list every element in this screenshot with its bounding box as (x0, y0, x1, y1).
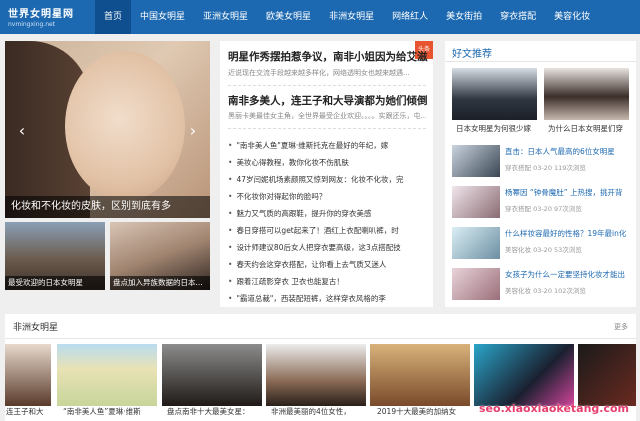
recommended-label[interactable]: 为什么日本女明星们穿 (548, 123, 638, 134)
section-title: 非洲女明星 (13, 323, 59, 333)
news-panel: 头条 明星作秀摆拍惹争议，南非小姐因为给艾滋儿 近说现在交流手段越来越多样化，网… (220, 41, 433, 307)
divider (5, 338, 636, 339)
headline-summary: 近说现在交流手段越来越多样化，网络透明女也越来越遇... (228, 69, 410, 77)
nav-item-western[interactable]: 欧美女明星 (257, 0, 320, 34)
gallery-image[interactable] (370, 344, 470, 406)
recommended-panel: 好文推荐 日本女明星为何很少嫁 为什么日本女明星们穿 直击：日本人气最高的6位女… (445, 41, 636, 307)
divider (445, 61, 636, 62)
row-thumbnail (452, 268, 500, 300)
nav-item-beauty[interactable]: 美容化妆 (545, 0, 599, 34)
news-list-item[interactable]: "霸道总裁"，西装配短裤，这样穿衣风格的李 (228, 290, 428, 307)
nav-item-asia[interactable]: 亚洲女明星 (194, 0, 257, 34)
hero-caption[interactable]: 化妆和不化妆的皮肤，区别到底有多 (5, 196, 210, 218)
logo-url: nvmingxing.net (8, 21, 56, 28)
headline-link[interactable]: 明星作秀摆拍惹争议，南非小姐因为给艾滋儿 (228, 49, 428, 64)
gallery-image[interactable] (162, 344, 262, 406)
top-nav-bar: 世界女明星网 nvmingxing.net 首页 中国女明星 亚洲女明星 欧美女… (0, 0, 640, 34)
nav-item-street[interactable]: 美女街拍 (437, 0, 491, 34)
news-list-item[interactable]: 春天约会这穿衣搭配，让你看上去气质又迷人 (228, 256, 428, 273)
recommended-row[interactable]: 直击：日本人气最高的6位女明星 穿衣搭配 03-20 119次浏览 (452, 145, 633, 181)
recommended-row[interactable]: 什么样妆容最好的性格？19年最in化 美容化妆 03-20 53次浏览 (452, 227, 633, 263)
recommended-image[interactable] (544, 68, 629, 120)
main-nav: 首页 中国女明星 亚洲女明星 欧美女明星 非洲女明星 网络红人 美女街拍 穿衣搭… (95, 0, 599, 34)
news-list-item[interactable]: 不化妆你对得起你的脸吗？ (228, 188, 428, 205)
gallery-label[interactable]: “南非美人鱼”夏琳·维斯 (63, 406, 159, 417)
recommended-image[interactable] (452, 68, 537, 120)
divider (228, 128, 426, 129)
slider-next-icon[interactable]: › (186, 121, 200, 140)
slider-prev-icon[interactable]: ‹ (15, 121, 29, 140)
watermark-text: seo.xiaoxiaoketang.com (479, 402, 630, 415)
gallery-image[interactable] (578, 344, 636, 406)
news-list-item[interactable]: 设计师建议80后女人把穿衣要高级，这3点搭配技 (228, 239, 428, 256)
gallery-label[interactable]: 非洲最美丽的4位女性， (271, 406, 367, 417)
gallery-image[interactable] (474, 344, 574, 406)
row-thumbnail (452, 227, 500, 259)
row-thumbnail (452, 145, 500, 177)
gallery-label[interactable]: 盘点南非十大最美女星： (167, 406, 263, 417)
gallery-image-map[interactable] (57, 344, 157, 406)
row-meta: 美容化妆 03-20 102次浏览 (505, 287, 586, 295)
gallery-label[interactable]: 连王子和大 (6, 406, 52, 417)
nav-item-africa[interactable]: 非洲女明星 (320, 0, 383, 34)
recommended-heading: 好文推荐 (452, 49, 492, 60)
nav-item-home[interactable]: 首页 (95, 0, 132, 34)
news-list-item[interactable]: 美妆心得教程，教你化妆不伤肌肤 (228, 154, 428, 171)
thumb-caption: 盘点加入异族数据的日本... (110, 276, 210, 290)
news-list-item[interactable]: 春日穿搭可以get起来了！酒红上衣配喇叭裤，时 (228, 222, 428, 239)
headline-link[interactable]: 南非多美人，连王子和大导演都为她们倾倒 (228, 93, 428, 108)
hero-image-face (65, 51, 185, 201)
news-list-item[interactable]: "南非美人鱼"夏琳·维斯托克在最好的年纪，嫁 (228, 137, 428, 154)
news-list: "南非美人鱼"夏琳·维斯托克在最好的年纪，嫁 美妆心得教程，教你化妆不伤肌肤 4… (228, 137, 428, 307)
thumb-card[interactable]: 盘点加入异族数据的日本... (110, 222, 210, 290)
row-meta: 穿衣搭配 03-20 97次浏览 (505, 205, 582, 213)
hero-slider[interactable]: ‹ › 化妆和不化妆的皮肤，区别到底有多 (5, 41, 210, 218)
site-logo[interactable]: 世界女明星网 nvmingxing.net (0, 0, 95, 34)
row-title[interactable]: 直击：日本人气最高的6位女明星 (505, 146, 633, 157)
divider (228, 85, 426, 86)
news-list-item[interactable]: 47岁闫妮机场素颜照又惊到网友：化妆不化妆，完 (228, 171, 428, 188)
recommended-row[interactable]: 女孩子为什么一定要坚持化妆才能出 美容化妆 03-20 102次浏览 (452, 268, 633, 304)
thumb-caption: 最受欢迎的日本女明星 (5, 276, 105, 290)
logo-text: 世界女明星网 (8, 9, 74, 20)
recommended-row[interactable]: 杨幂因 “钟骨魔肚” 上热搜，挑开背 穿衣搭配 03-20 97次浏览 (452, 186, 633, 222)
headline-summary: 黑丽卡美最佳女主角，全世界最受企业欢迎。。。。实跟还乐，屯... (228, 112, 426, 120)
nav-item-china[interactable]: 中国女明星 (131, 0, 194, 34)
recommended-label[interactable]: 日本女明星为何很少嫁 (456, 123, 546, 134)
row-meta: 穿衣搭配 03-20 119次浏览 (505, 164, 586, 172)
row-meta: 美容化妆 03-20 53次浏览 (505, 246, 582, 254)
row-title[interactable]: 什么样妆容最好的性格？19年最in化 (505, 228, 633, 239)
gallery-label[interactable]: 2019十大最美的加纳女 (377, 406, 473, 417)
thumb-card[interactable]: 最受欢迎的日本女明星 (5, 222, 105, 290)
news-list-item[interactable]: 魅力又气质的高跟鞋，提升你的穿衣美感 (228, 205, 428, 222)
more-link[interactable]: 更多 (614, 322, 628, 332)
row-title[interactable]: 杨幂因 “钟骨魔肚” 上热搜，挑开背 (505, 187, 633, 198)
row-title[interactable]: 女孩子为什么一定要坚持化妆才能出 (505, 269, 633, 280)
news-list-item[interactable]: 跟着江疏影穿衣 卫衣也能复古！ (228, 273, 428, 290)
gallery-image[interactable] (266, 344, 366, 406)
gallery-image[interactable] (5, 344, 51, 406)
row-thumbnail (452, 186, 500, 218)
nav-item-fashion[interactable]: 穿衣搭配 (491, 0, 545, 34)
nav-item-influencers[interactable]: 网络红人 (383, 0, 437, 34)
